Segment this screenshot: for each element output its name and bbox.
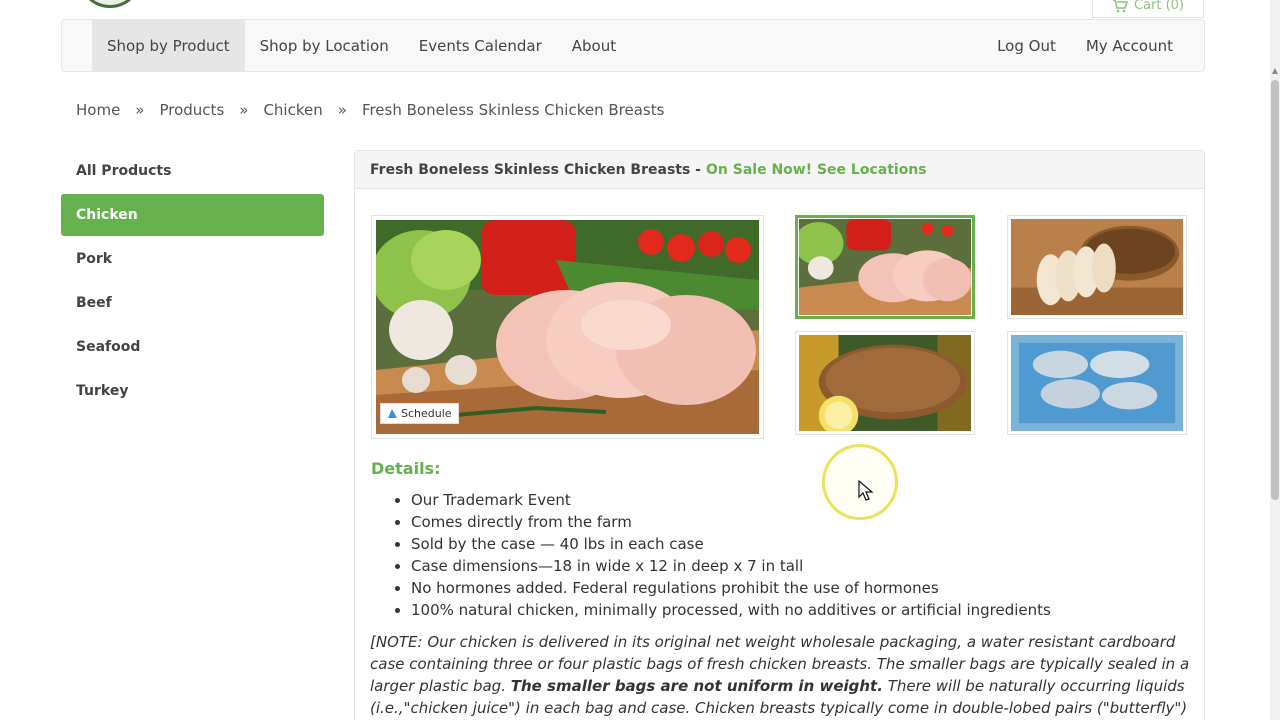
nav-my-account[interactable]: My Account [1071, 20, 1188, 71]
details-item: 100% natural chicken, minimally processe… [411, 599, 1051, 621]
raw-chicken-image [376, 220, 759, 434]
mouse-cursor-icon [858, 480, 874, 501]
breadcrumb-separator: » [135, 101, 145, 119]
site-logo[interactable] [78, 0, 142, 8]
thumbnail-sliced-chicken[interactable] [1007, 215, 1187, 319]
details-heading: Details: [371, 459, 441, 478]
packaged-chicken-image [1011, 335, 1183, 431]
nav-shop-by-product[interactable]: Shop by Product [92, 20, 245, 71]
breadcrumb: Home » Products » Chicken » Fresh Bonele… [76, 98, 664, 122]
details-item: Sold by the case — 40 lbs in each case [411, 533, 1051, 555]
breadcrumb-home[interactable]: Home [76, 101, 120, 119]
product-panel: Fresh Boneless Skinless Chicken Breasts … [354, 150, 1205, 720]
main-product-image[interactable]: Schedule [371, 215, 764, 439]
cart-icon [1112, 0, 1128, 12]
details-item: Our Trademark Event [411, 489, 1051, 511]
packaging-note: [NOTE: Our chicken is delivered in its o… [370, 631, 1190, 720]
on-sale-link[interactable]: On Sale Now! See Locations [706, 162, 927, 178]
details-item: No hormones added. Federal regulations p… [411, 577, 1051, 599]
schedule-icon [388, 409, 397, 418]
breadcrumb-chicken[interactable]: Chicken [263, 101, 322, 119]
details-item: Case dimensions—18 in wide x 12 in deep … [411, 555, 1051, 577]
thumbnail-grilled-chicken[interactable] [795, 331, 975, 435]
details-item: Comes directly from the farm [411, 511, 1051, 533]
breadcrumb-products[interactable]: Products [159, 101, 224, 119]
breadcrumb-separator: » [239, 101, 249, 119]
category-sidebar: All Products Chicken Pork Beef Seafood T… [61, 150, 324, 414]
breadcrumb-separator: » [337, 101, 347, 119]
breadcrumb-current: Fresh Boneless Skinless Chicken Breasts [361, 101, 665, 119]
scroll-up-icon[interactable]: ▲ [1270, 66, 1280, 78]
sidebar-item-chicken[interactable]: Chicken [61, 194, 324, 236]
nav-about[interactable]: About [557, 20, 631, 71]
thumbnail-raw-chicken[interactable] [795, 215, 975, 319]
scrollbar-thumb[interactable] [1271, 80, 1279, 500]
nav-events-calendar[interactable]: Events Calendar [404, 20, 557, 71]
sidebar-item-beef[interactable]: Beef [61, 282, 324, 324]
product-title: Fresh Boneless Skinless Chicken Breasts … [370, 161, 701, 178]
cart-label: Cart (0) [1133, 0, 1185, 13]
sidebar-item-pork[interactable]: Pork [61, 238, 324, 280]
raw-chicken-thumb-image [799, 219, 971, 315]
nav-shop-by-location[interactable]: Shop by Location [245, 20, 404, 71]
sidebar-item-seafood[interactable]: Seafood [61, 326, 324, 368]
product-header: Fresh Boneless Skinless Chicken Breasts … [355, 151, 1204, 189]
sliced-chicken-image [1011, 219, 1183, 315]
main-navbar: Shop by Product Shop by Location Events … [61, 19, 1205, 72]
nav-log-out[interactable]: Log Out [982, 20, 1071, 71]
sidebar-item-all-products[interactable]: All Products [61, 150, 324, 192]
sidebar-item-turkey[interactable]: Turkey [61, 370, 324, 412]
schedule-label: Schedule [401, 407, 452, 420]
schedule-button[interactable]: Schedule [380, 403, 459, 424]
grilled-chicken-image [799, 335, 971, 431]
details-list: Our Trademark Event Comes directly from … [411, 489, 1051, 621]
note-bold-text: The smaller bags are not uniform in weig… [510, 677, 883, 695]
cart-button[interactable]: Cart (0) [1092, 0, 1204, 18]
thumbnail-packaged-chicken[interactable] [1007, 331, 1187, 435]
